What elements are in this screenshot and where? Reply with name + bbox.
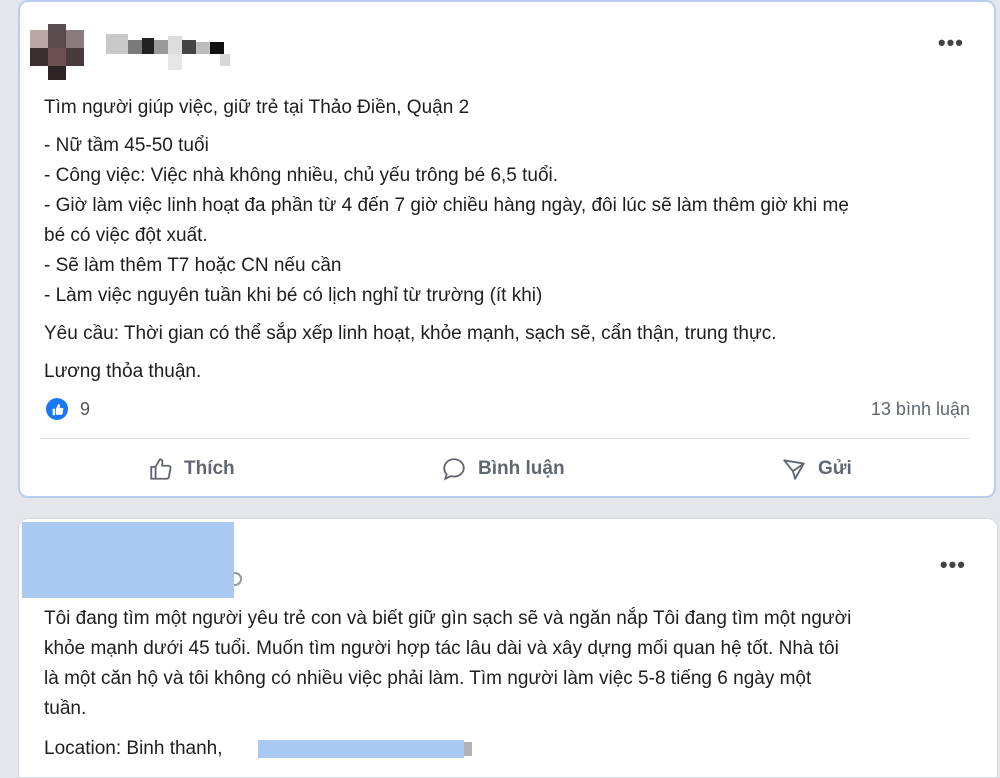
thumbs-up-icon [150,458,172,480]
post-body: Tôi đang tìm một người yêu trẻ con và bi… [44,604,974,724]
like-button[interactable]: Thích [148,456,235,482]
comment-count-link[interactable]: 13 bình luận [871,399,970,420]
body-line: Tôi đang tìm một người yêu trẻ con và bi… [44,608,852,629]
post-body: Tìm người giúp việc, giữ trẻ tại Thảo Đi… [44,93,964,387]
post-title: Tìm người giúp việc, giữ trẻ tại Thảo Đi… [44,97,470,118]
redacted-location [258,740,464,758]
body-line: khỏe mạnh dưới 45 tuổi. Muốn tìm người h… [44,638,839,659]
send-button[interactable]: Gửi [780,456,852,482]
body-line: - Nữ tầm 45-50 tuổi [44,135,209,156]
send-icon [783,459,805,480]
more-options-icon[interactable]: ••• [940,554,966,576]
like-reaction-icon [46,398,68,420]
body-line: tuần. [44,698,87,719]
body-line: Yêu cầu: Thời gian có thể sắp xếp linh h… [44,323,777,344]
body-line: - Sẽ làm thêm T7 hoặc CN nếu cần [44,255,342,276]
reaction-count: 9 [80,398,91,419]
body-line: - Làm việc nguyên tuần khi bé có lịch ng… [44,285,543,306]
more-options-icon[interactable]: ••• [938,32,964,54]
divider [40,438,970,439]
body-line: là một căn hộ và tôi không có nhiều việc… [44,668,812,689]
body-line: Lương thỏa thuận. [44,361,202,382]
comment-label: Bình luận [478,458,565,479]
comment-bubble-icon [443,458,465,481]
redacted-avatar-name[interactable] [22,522,234,598]
body-line: - Công việc: Việc nhà không nhiều, chủ y… [44,165,559,186]
location-text: Location: Binh thanh, [44,738,223,759]
body-line: - Giờ làm việc linh hoạt đa phần từ 4 đế… [44,195,849,216]
comment-button[interactable]: Bình luận [440,456,565,482]
like-label: Thích [184,458,235,479]
redacted-location-fragment [464,742,472,756]
reactions-summary[interactable]: 9 [46,398,90,420]
body-line: bé có việc đột xuất. [44,225,208,246]
send-label: Gửi [818,458,852,479]
